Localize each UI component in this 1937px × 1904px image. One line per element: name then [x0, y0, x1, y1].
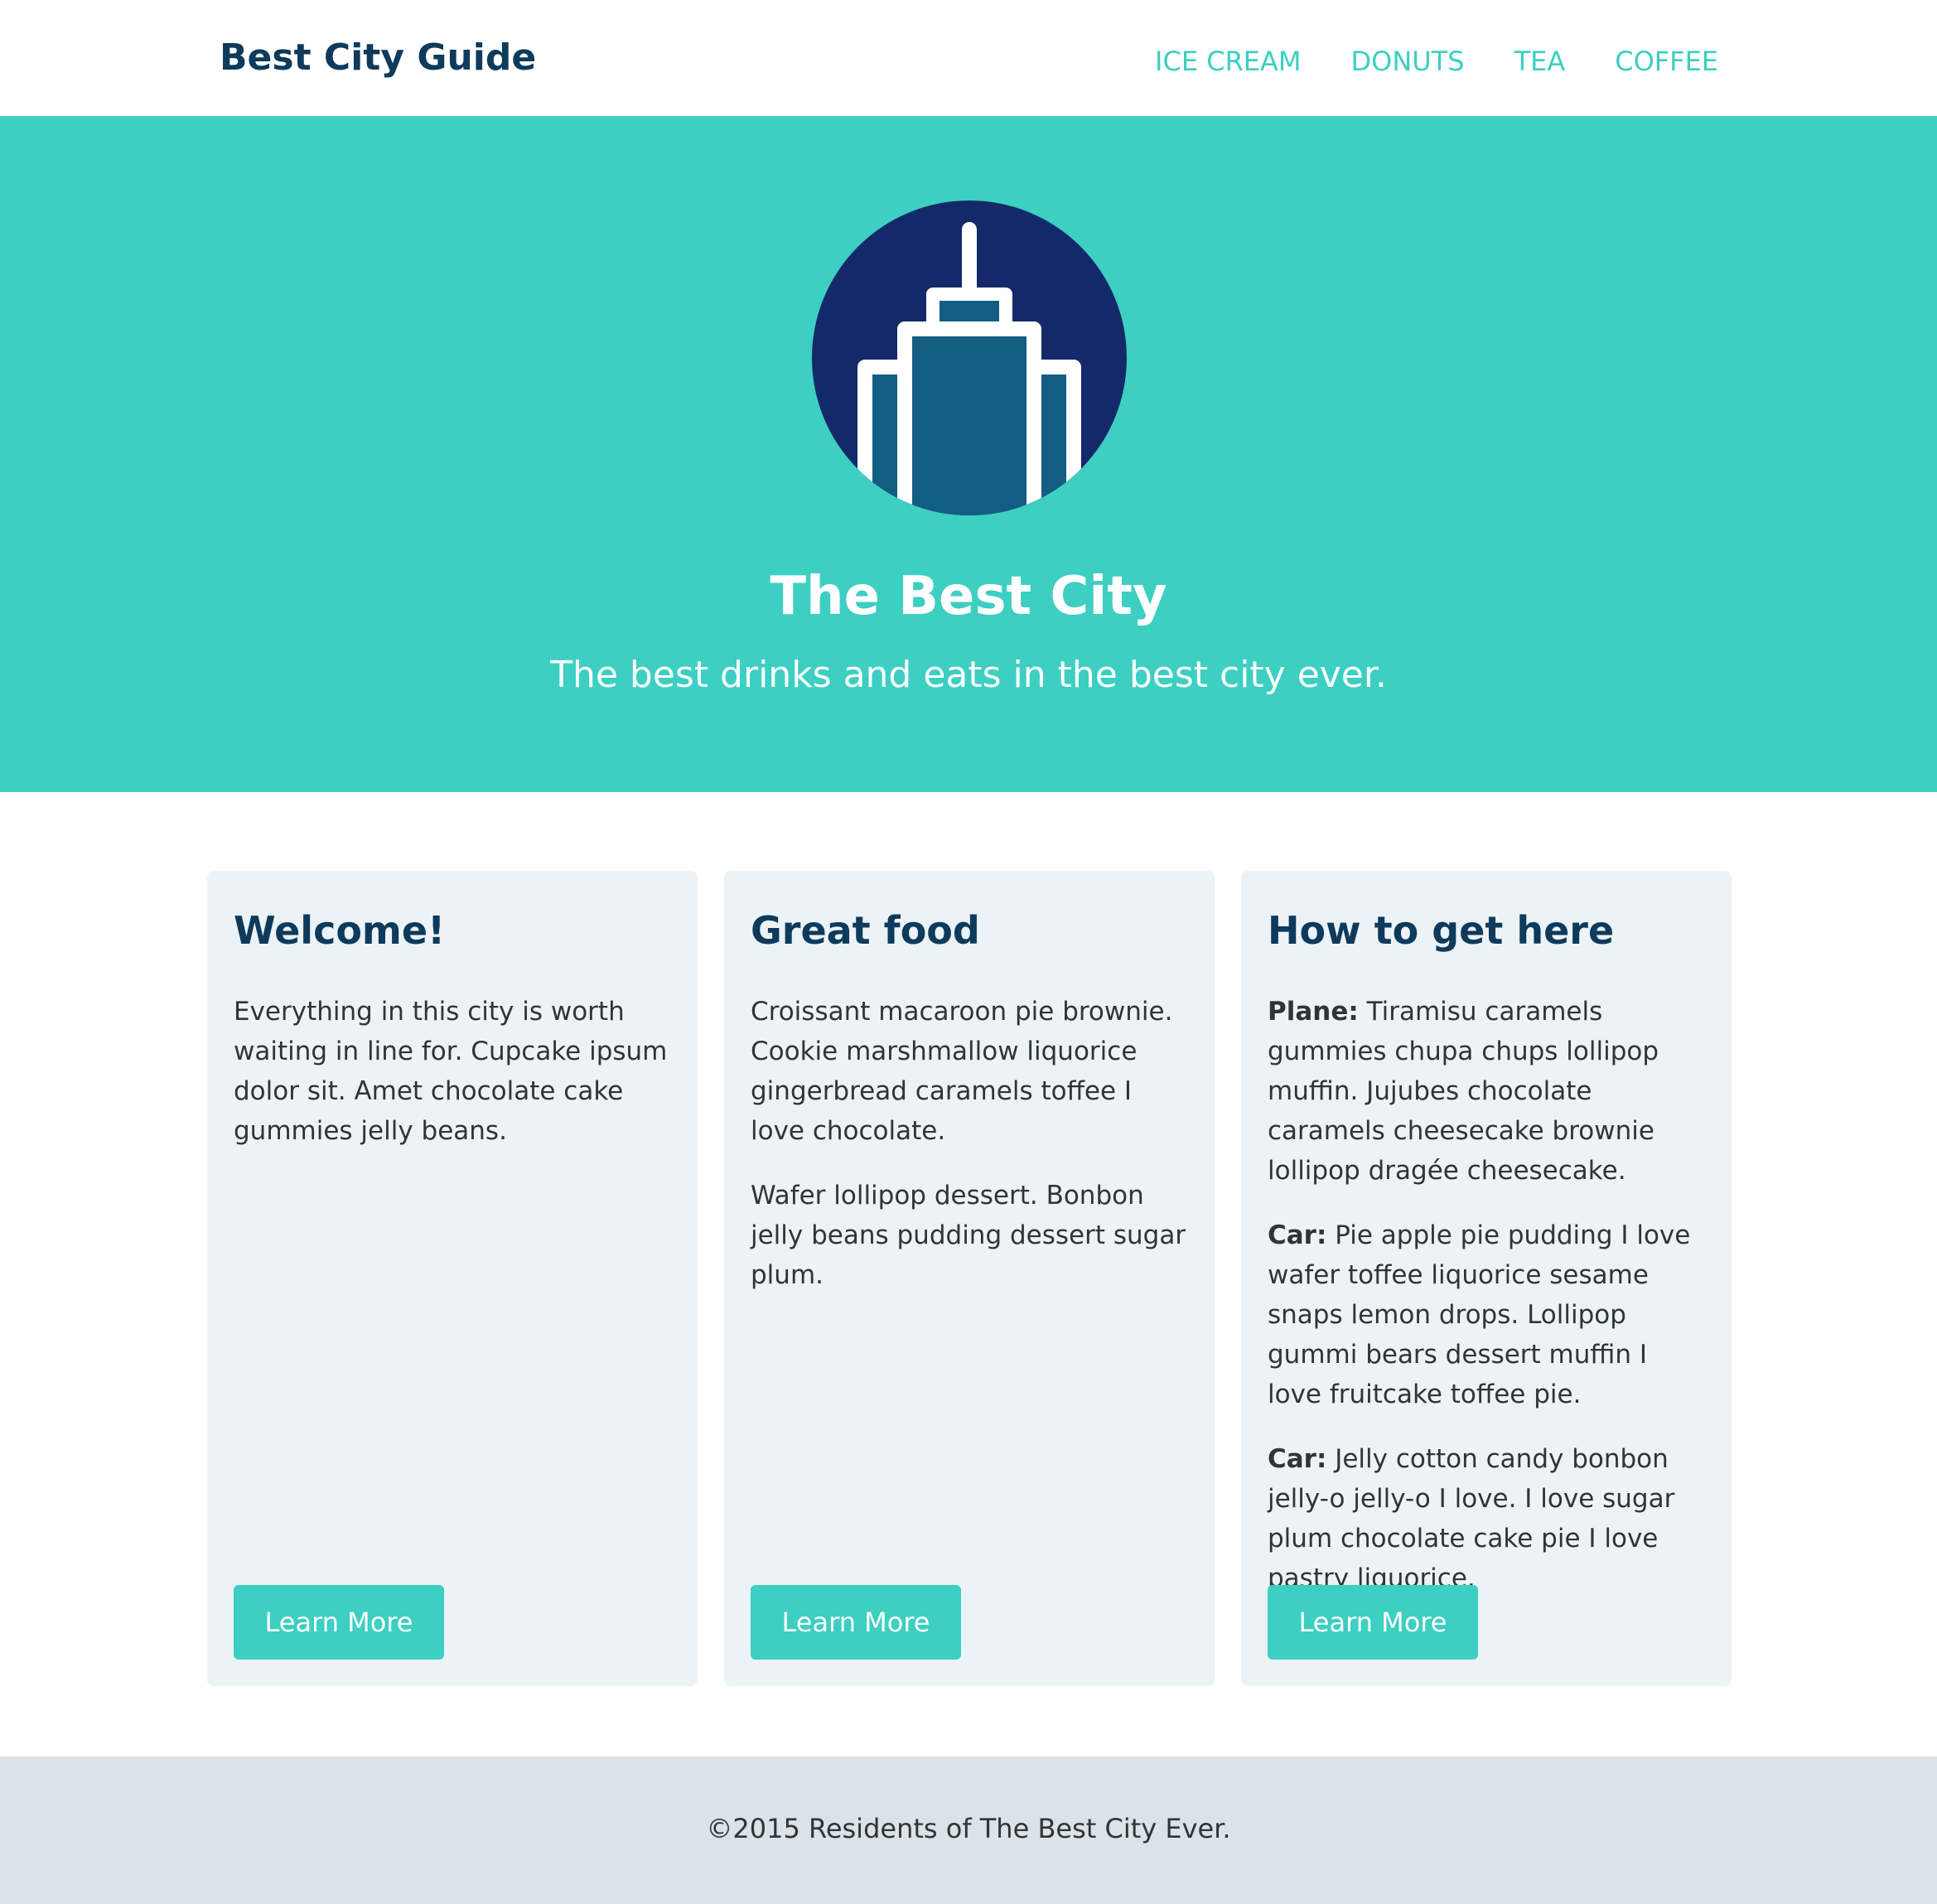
card-paragraph: Everything in this city is worth waiting…: [234, 992, 671, 1151]
card-paragraph-text: Everything in this city is worth waiting…: [234, 997, 668, 1146]
transport-label: Car:: [1268, 1220, 1327, 1250]
learn-more-button[interactable]: Learn More: [1268, 1585, 1478, 1660]
transport-label: Car:: [1268, 1444, 1327, 1474]
cards-row: Welcome! Everything in this city is wort…: [207, 871, 1732, 1686]
nav-link-tea[interactable]: TEA: [1514, 38, 1566, 85]
card-title: How to get here: [1268, 908, 1615, 953]
card-great-food: Great food Croissant macaroon pie browni…: [724, 871, 1215, 1686]
nav-link-donuts[interactable]: DONUTS: [1351, 38, 1465, 85]
skyscraper-icon: [812, 201, 1127, 515]
nav-link-coffee[interactable]: COFFEE: [1615, 38, 1718, 85]
card-paragraph-text: Croissant macaroon pie brownie. Cookie m…: [751, 997, 1173, 1146]
card-paragraph: Plane: Tiramisu caramels gummies chupa c…: [1268, 992, 1705, 1191]
card-paragraph-text: Wafer lollipop dessert. Bonbon jelly bea…: [751, 1181, 1186, 1290]
hero-subtitle: The best drinks and eats in the best cit…: [550, 654, 1387, 696]
card-welcome: Welcome! Everything in this city is wort…: [207, 871, 698, 1686]
site-footer: ©2015 Residents of The Best City Ever.: [0, 1757, 1937, 1904]
card-title: Great food: [751, 908, 980, 953]
site-header: Best City Guide ICE CREAM DONUTS TEA COF…: [0, 0, 1937, 116]
card-title: Welcome!: [234, 908, 446, 953]
card-paragraph: Car: Jelly cotton candy bonbon jelly-o j…: [1268, 1439, 1705, 1598]
hero-title: The Best City: [770, 566, 1167, 627]
card-how-to-get-here: How to get here Plane: Tiramisu caramels…: [1241, 871, 1732, 1686]
learn-more-button[interactable]: Learn More: [751, 1585, 961, 1660]
footer-copyright: ©2015 Residents of The Best City Ever.: [706, 1813, 1231, 1844]
card-paragraph-text: Jelly cotton candy bonbon jelly-o jelly-…: [1268, 1444, 1675, 1593]
learn-more-button[interactable]: Learn More: [234, 1585, 444, 1660]
hero-banner: The Best City The best drinks and eats i…: [0, 116, 1937, 792]
site-brand[interactable]: Best City Guide: [220, 31, 536, 85]
card-paragraph: Car: Pie apple pie pudding I love wafer …: [1268, 1215, 1705, 1414]
nav-link-ice-cream[interactable]: ICE CREAM: [1155, 38, 1301, 85]
card-paragraph-text: Pie apple pie pudding I love wafer toffe…: [1268, 1220, 1691, 1409]
transport-label: Plane:: [1268, 997, 1359, 1027]
card-paragraph: Croissant macaroon pie brownie. Cookie m…: [751, 992, 1188, 1151]
main-nav: ICE CREAM DONUTS TEA COFFEE: [1155, 38, 1718, 85]
card-paragraph: Wafer lollipop dessert. Bonbon jelly bea…: [751, 1176, 1188, 1295]
